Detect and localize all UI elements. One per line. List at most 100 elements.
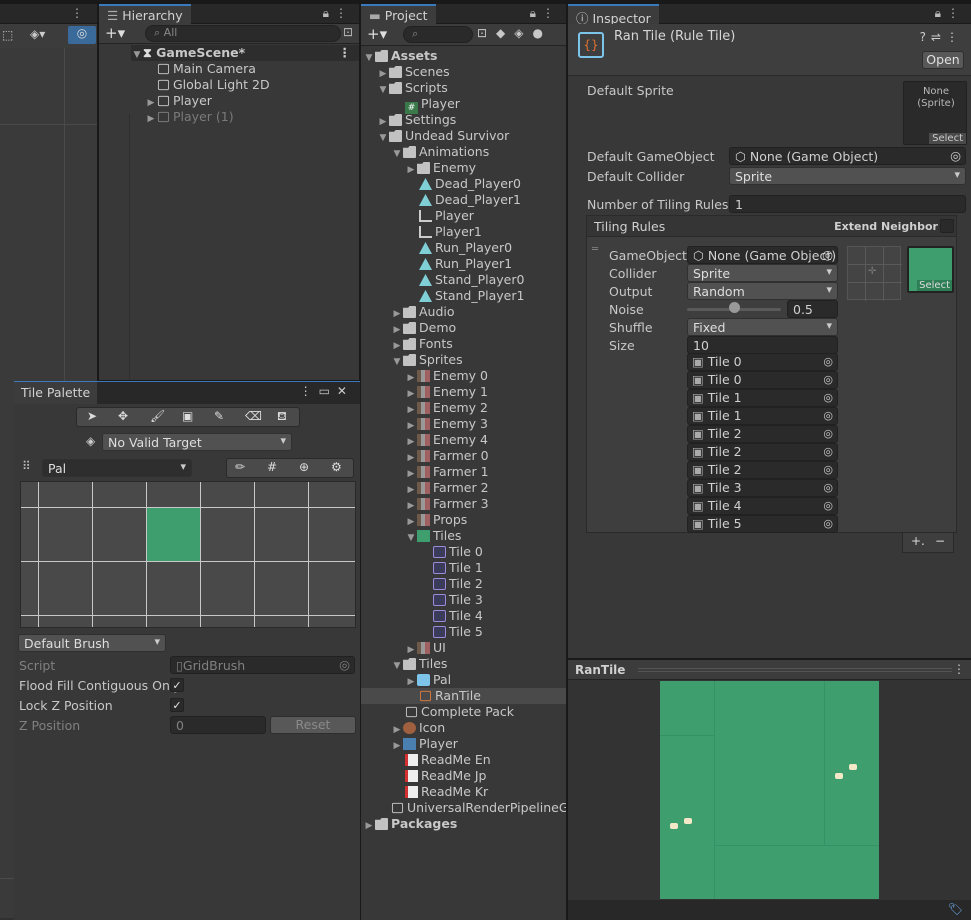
chevron-right-icon[interactable]: ▶ bbox=[145, 111, 157, 127]
hierarchy-item-player-1[interactable]: ▶ Player (1) bbox=[145, 109, 234, 125]
project-item-undead-survivor[interactable]: ▼ Undead Survivor bbox=[377, 128, 510, 146]
sprite-select-button[interactable]: Select bbox=[929, 133, 966, 144]
project-item-scripts[interactable]: ▼ Scripts bbox=[377, 80, 448, 96]
project-item-run-player1[interactable]: Run_Player1 bbox=[419, 256, 512, 272]
project-item-animations[interactable]: ▼ Animations bbox=[391, 144, 490, 162]
inspector-header-icons[interactable]: ?⇌⋮ bbox=[920, 30, 963, 44]
object-picker-icon[interactable]: ◎ bbox=[823, 498, 833, 514]
default-collider-dropdown[interactable]: Sprite bbox=[729, 167, 966, 185]
move-tool-icon[interactable]: ✥ bbox=[118, 409, 128, 423]
project-filter-icons[interactable]: ⊡◆◈● bbox=[477, 26, 552, 40]
chevron-right-icon[interactable]: ▶ bbox=[363, 818, 375, 834]
rule-size-input[interactable]: 10 bbox=[687, 336, 838, 354]
hierarchy-item-player[interactable]: ▶ Player bbox=[145, 93, 212, 109]
search-options-icon[interactable]: ⊡ bbox=[343, 25, 353, 39]
object-picker-icon[interactable]: ◎ bbox=[950, 148, 961, 163]
gizmo-icon[interactable]: ⊕ bbox=[299, 460, 309, 474]
project-item-tiles-folder[interactable]: ▼ Tiles bbox=[391, 656, 448, 674]
object-picker-icon[interactable]: ◎ bbox=[823, 390, 833, 406]
project-item-enemy-0[interactable]: ▶ Enemy 0 bbox=[405, 368, 488, 384]
project-item-player-script[interactable]: # Player bbox=[405, 96, 460, 114]
default-gameobject-field[interactable]: ⬡ None (Game Object) ◎ bbox=[729, 147, 966, 165]
object-picker-icon[interactable]: ◎ bbox=[823, 480, 833, 496]
object-picker-icon[interactable]: ◎ bbox=[823, 372, 833, 388]
object-picker-icon[interactable]: ◎ bbox=[823, 408, 833, 424]
project-item-rantile[interactable]: RanTile bbox=[361, 688, 566, 704]
chevron-right-icon[interactable]: ▶ bbox=[391, 738, 403, 754]
project-item-audio[interactable]: ▶ Audio bbox=[391, 304, 455, 320]
scene-tool-icon-1[interactable]: ⬚ bbox=[2, 28, 13, 42]
scene-tool-icon-2[interactable]: ◈▾ bbox=[30, 27, 45, 41]
object-picker-icon[interactable]: ◎ bbox=[822, 247, 833, 262]
extend-neighbor-checkbox[interactable] bbox=[940, 219, 954, 233]
project-item-fonts[interactable]: ▶ Fonts bbox=[391, 336, 453, 352]
rule-sprite-field[interactable]: ▣ Tile 3 ◎ bbox=[687, 479, 838, 497]
rule-sprite-field[interactable]: ▣ Tile 0 ◎ bbox=[687, 353, 838, 371]
project-item-farmer-3[interactable]: ▶ Farmer 3 bbox=[405, 496, 489, 512]
box-fill-icon[interactable]: ▣ bbox=[182, 409, 193, 423]
flood-fill-checkbox[interactable]: ✓ bbox=[170, 678, 184, 692]
noise-slider-thumb[interactable] bbox=[729, 302, 740, 313]
project-item-tile-3[interactable]: Tile 3 bbox=[433, 592, 483, 608]
chevron-down-icon[interactable]: ▼ bbox=[391, 146, 403, 162]
object-picker-icon[interactable]: ◎ bbox=[823, 462, 833, 478]
rule-sprite-field[interactable]: ▣ Tile 0 ◎ bbox=[687, 371, 838, 389]
edit-pencil-icon[interactable]: ✏︎ bbox=[235, 460, 245, 474]
default-sprite-slot[interactable]: None (Sprite) Select bbox=[903, 81, 967, 145]
open-button[interactable]: Open bbox=[922, 51, 964, 69]
project-item-player-sprite[interactable]: ▶ Player bbox=[391, 736, 458, 752]
project-item-readme-jp[interactable]: ReadMe Jp bbox=[405, 768, 486, 784]
create-button[interactable]: +▾ bbox=[105, 24, 125, 42]
scene-menu-icon[interactable]: ⋮ bbox=[339, 45, 352, 61]
project-item-scenes[interactable]: ▶ Scenes bbox=[377, 64, 450, 80]
chevron-down-icon[interactable]: ▼ bbox=[405, 530, 417, 546]
rule-sprite-field[interactable]: ▣ Tile 4 ◎ bbox=[687, 497, 838, 515]
hierarchy-lock-menu-icons[interactable]: 🔒︎⋮ bbox=[323, 6, 353, 21]
rule-sprite-field[interactable]: ▣ Tile 5 ◎ bbox=[687, 515, 838, 533]
project-item-icon[interactable]: ▶ Icon bbox=[391, 720, 446, 736]
inspector-lock-menu-icons[interactable]: 🔒︎⋮ bbox=[935, 6, 965, 21]
noise-input[interactable]: 0.5 bbox=[787, 300, 838, 318]
chevron-down-icon[interactable]: ▼ bbox=[391, 354, 403, 370]
paint-brush-icon[interactable]: 🖌︎ bbox=[150, 409, 165, 423]
project-item-readme-en[interactable]: ReadMe En bbox=[405, 752, 491, 768]
chevron-down-icon[interactable]: ▼ bbox=[377, 130, 389, 146]
project-item-enemy-4[interactable]: ▶ Enemy 4 bbox=[405, 432, 488, 448]
fill-bucket-icon[interactable]: ⛾ bbox=[277, 409, 287, 425]
rule-neighbor-grid[interactable]: ✛ bbox=[847, 246, 902, 301]
project-item-demo[interactable]: ▶ Demo bbox=[391, 320, 457, 336]
project-item-stand-player1[interactable]: Stand_Player1 bbox=[419, 288, 524, 304]
object-picker-icon[interactable]: ◎ bbox=[823, 426, 833, 442]
remove-rule-button[interactable]: − bbox=[935, 534, 945, 548]
project-item-assets[interactable]: ▼ Assets bbox=[363, 48, 438, 66]
project-item-urp-global[interactable]: UniversalRenderPipelineGlo bbox=[391, 800, 566, 816]
z-position-input[interactable]: 0 bbox=[170, 716, 266, 734]
project-item-tile-4[interactable]: Tile 4 bbox=[433, 608, 483, 624]
project-item-pal[interactable]: ▶ Pal bbox=[405, 672, 452, 688]
rule-output-dropdown[interactable]: Random bbox=[687, 282, 838, 300]
brush-dropdown[interactable]: Default Brush bbox=[18, 634, 166, 652]
rule-collider-dropdown[interactable]: Sprite bbox=[687, 264, 838, 282]
project-item-tile-1[interactable]: Tile 1 bbox=[433, 560, 483, 576]
project-item-farmer-0[interactable]: ▶ Farmer 0 bbox=[405, 448, 489, 464]
add-rule-button[interactable]: +. bbox=[911, 534, 925, 548]
project-item-tile-0[interactable]: Tile 0 bbox=[433, 544, 483, 560]
hierarchy-item-main-camera[interactable]: Main Camera bbox=[157, 61, 256, 77]
rule-sprite-field[interactable]: ▣ Tile 1 ◎ bbox=[687, 407, 838, 425]
rule-sprite-field[interactable]: ▣ Tile 2 ◎ bbox=[687, 443, 838, 461]
rule-sprite-field[interactable]: ▣ Tile 2 ◎ bbox=[687, 425, 838, 443]
hierarchy-search-input[interactable]: ⌕ All bbox=[145, 25, 341, 42]
project-item-stand-player0[interactable]: Stand_Player0 bbox=[419, 272, 524, 288]
chevron-down-icon[interactable]: ▼ bbox=[363, 50, 375, 66]
project-item-farmer-2[interactable]: ▶ Farmer 2 bbox=[405, 480, 489, 496]
tab-hierarchy[interactable]: ☰ Hierarchy bbox=[99, 4, 191, 24]
chevron-right-icon[interactable]: ▶ bbox=[405, 162, 417, 178]
rule-shuffle-dropdown[interactable]: Fixed bbox=[687, 318, 838, 336]
rule-sprite-field[interactable]: ▣ Tile 2 ◎ bbox=[687, 461, 838, 479]
drag-handle-icon[interactable]: ═ bbox=[592, 244, 598, 255]
chevron-down-icon[interactable]: ▼ bbox=[391, 658, 403, 674]
project-item-tile-2[interactable]: Tile 2 bbox=[433, 576, 483, 592]
project-item-props[interactable]: ▶ Props bbox=[405, 512, 468, 528]
object-picker-icon[interactable]: ◎ bbox=[823, 354, 833, 370]
tab-project[interactable]: ▬ Project bbox=[361, 4, 436, 24]
